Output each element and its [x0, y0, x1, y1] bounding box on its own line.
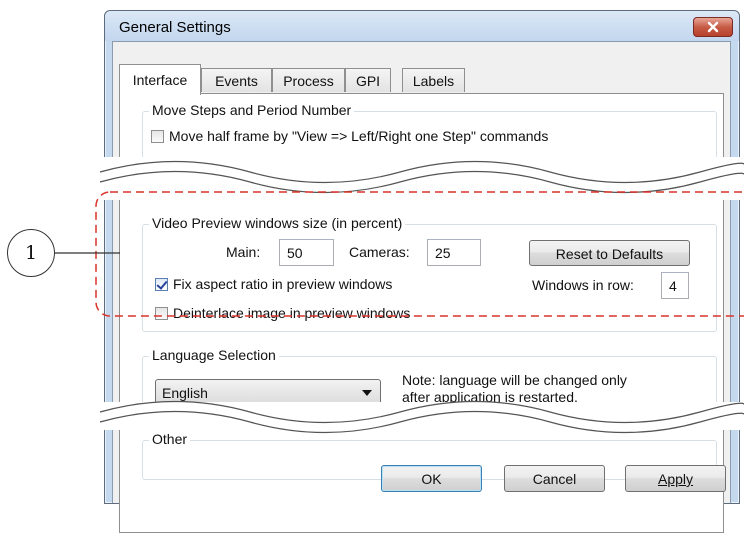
checkbox-box[interactable] [151, 129, 164, 143]
video-preview-legend: Video Preview windows size (in percent) [149, 215, 406, 231]
half-frame-label: Move half frame by "View => Left/Right o… [169, 128, 549, 144]
main-label: Main: [226, 244, 261, 260]
fix-aspect-label: Fix aspect ratio in preview windows [173, 276, 393, 292]
language-note: Note: language will be changed only afte… [402, 372, 627, 406]
other-legend: Other [149, 431, 191, 447]
apply-button[interactable]: Apply [625, 465, 726, 492]
move-steps-legend: Move Steps and Period Number [149, 102, 355, 118]
half-frame-checkbox[interactable]: Move half frame by "View => Left/Right o… [151, 128, 548, 144]
windows-in-row-input[interactable]: 4 [661, 272, 689, 299]
callout-number-1: 1 [7, 229, 55, 277]
windows-in-row-label: Windows in row: [532, 277, 634, 293]
tab-labels[interactable]: Labels [402, 68, 465, 92]
general-settings-window: General Settings Interface Events Proces… [104, 10, 740, 533]
language-legend: Language Selection [149, 347, 279, 363]
language-note-line1: Note: language will be changed only [402, 372, 627, 388]
language-note-line2: after application is restarted. [402, 389, 578, 405]
deinterlace-label: Deinterlace image in preview windows [173, 305, 411, 321]
ok-button[interactable]: OK [381, 465, 482, 492]
tab-interface[interactable]: Interface [119, 64, 201, 95]
checkbox-box[interactable] [155, 306, 168, 320]
apply-label: Apply [657, 471, 694, 487]
cameras-size-input[interactable]: 25 [427, 239, 481, 266]
chevron-down-icon[interactable] [362, 390, 372, 396]
fix-aspect-checkbox[interactable]: Fix aspect ratio in preview windows [155, 276, 392, 292]
close-icon [707, 21, 719, 33]
language-select[interactable]: English [155, 379, 381, 405]
language-group: Language Selection English Note: languag… [142, 347, 717, 420]
video-preview-group: Video Preview windows size (in percent) … [142, 215, 717, 332]
main-size-input[interactable]: 50 [279, 239, 334, 266]
window-title: General Settings [119, 19, 231, 36]
language-selected-value: English [162, 385, 208, 401]
move-steps-group: Move Steps and Period Number Move half f… [142, 102, 717, 171]
cancel-button[interactable]: Cancel [504, 465, 605, 492]
tab-process[interactable]: Process [272, 68, 345, 92]
tab-events[interactable]: Events [201, 68, 272, 92]
title-bar[interactable]: General Settings [105, 11, 739, 41]
cameras-label: Cameras: [349, 244, 410, 260]
close-button[interactable] [693, 17, 733, 37]
tab-gpi[interactable]: GPI [345, 68, 391, 92]
reset-to-defaults-button[interactable]: Reset to Defaults [529, 240, 690, 266]
deinterlace-checkbox[interactable]: Deinterlace image in preview windows [155, 305, 410, 321]
dialog-client-area: Interface Events Process GPI Labels Move… [112, 41, 731, 533]
checkbox-box-checked[interactable] [155, 277, 168, 291]
